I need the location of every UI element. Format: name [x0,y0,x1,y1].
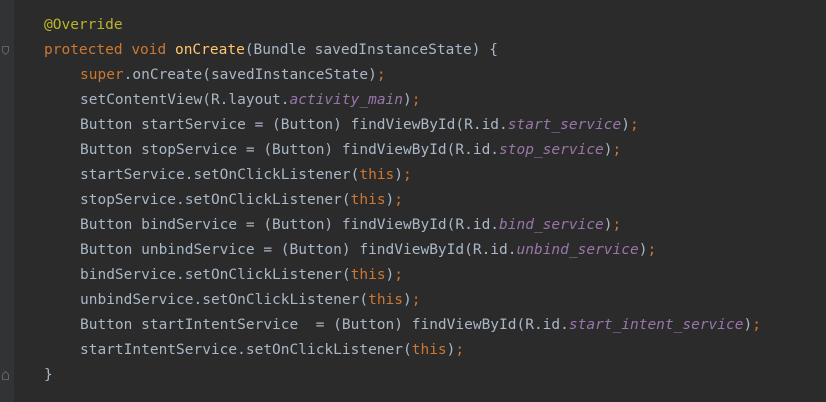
code-token: startIntentService.setOnClickListener( [80,342,412,358]
code-token: ; [630,117,639,133]
code-token: (Bundle savedInstanceState) { [244,42,498,58]
code-token: ; [612,217,622,233]
code-token: super [80,67,124,83]
code-line[interactable]: startIntentService.setOnClickListener(th… [44,338,761,363]
code-token: ; [376,67,386,83]
code-token: @Override [44,17,123,33]
code-editor[interactable]: @Override protected void onCreate(Bundle … [0,0,826,402]
code-token: activity_main [289,92,404,108]
code-token: start_intent_service [568,317,744,333]
fold-close-icon[interactable] [2,371,9,380]
code-token: bindService.setOnClickListener( [80,267,351,283]
code-line[interactable]: protected void onCreate(Bundle savedInst… [44,38,761,63]
code-token: ; [394,267,404,283]
code-line[interactable]: Button bindService = (Button) findViewBy… [44,213,761,238]
code-line[interactable]: @Override [44,13,761,38]
code-line[interactable]: Button unbindService = (Button) findView… [44,238,761,263]
code-token: ) [743,317,753,333]
code-token: ) [403,292,412,308]
code-token: .onCreate(savedInstanceState) [123,67,377,83]
code-token: this [359,167,395,183]
code-line[interactable]: unbindService.setOnClickListener(this); [44,288,761,313]
code-line[interactable]: bindService.setOnClickListener(this); [44,263,761,288]
code-token: this [350,267,386,283]
code-token: ; [647,242,657,258]
code-line[interactable]: stopService.setOnClickListener(this); [44,188,761,213]
code-token: ) [385,267,395,283]
code-token: unbindService.setOnClickListener( [80,292,369,308]
code-token: onCreate [174,42,245,58]
code-token: this [368,292,404,308]
code-token: stop_service [499,142,604,158]
code-line[interactable]: Button stopService = (Button) findViewBy… [44,138,761,163]
code-token: ) [621,117,630,133]
code-token: setContentView(R.layout. [80,92,290,108]
code-token: ) [385,192,395,208]
code-line[interactable]: Button startService = (Button) findViewB… [44,113,761,138]
code-token: unbind_service [516,242,639,258]
code-line[interactable]: setContentView(R.layout.activity_main); [44,88,761,113]
fold-open-icon[interactable] [2,46,9,55]
code-token: Button unbindService = (Button) findView… [80,242,517,258]
code-area[interactable]: @Override protected void onCreate(Bundle … [44,13,761,388]
code-token: Button stopService = (Button) findViewBy… [80,142,500,158]
code-token: this [350,192,386,208]
code-token: ; [411,292,421,308]
code-token: ) [603,217,613,233]
code-token: ; [455,342,465,358]
code-line[interactable]: super.onCreate(savedInstanceState); [44,63,761,88]
code-token: Button bindService = (Button) findViewBy… [80,217,500,233]
code-token: protected [44,42,123,58]
code-line[interactable]: startService.setOnClickListener(this); [44,163,761,188]
editor-gutter[interactable] [0,0,14,402]
code-token: start_service [507,117,622,133]
code-token: ) [403,92,412,108]
code-token: stopService.setOnClickListener( [80,192,351,208]
code-token: startService.setOnClickListener( [80,167,360,183]
code-token: Button startService = (Button) findViewB… [80,117,508,133]
code-token: ; [394,192,404,208]
code-token: this [411,342,447,358]
code-token: ; [403,167,412,183]
code-token: bind_service [499,217,604,233]
code-line[interactable]: Button startIntentService = (Button) fin… [44,313,761,338]
code-token: ; [612,142,622,158]
code-line[interactable]: } [44,363,761,388]
code-token: ; [411,92,421,108]
code-token: } [44,367,53,383]
code-token: ) [394,167,404,183]
code-token: ) [603,142,613,158]
code-token: Button startIntentService = (Button) fin… [80,317,569,333]
code-token: void [131,42,167,58]
code-token: ; [752,317,761,333]
